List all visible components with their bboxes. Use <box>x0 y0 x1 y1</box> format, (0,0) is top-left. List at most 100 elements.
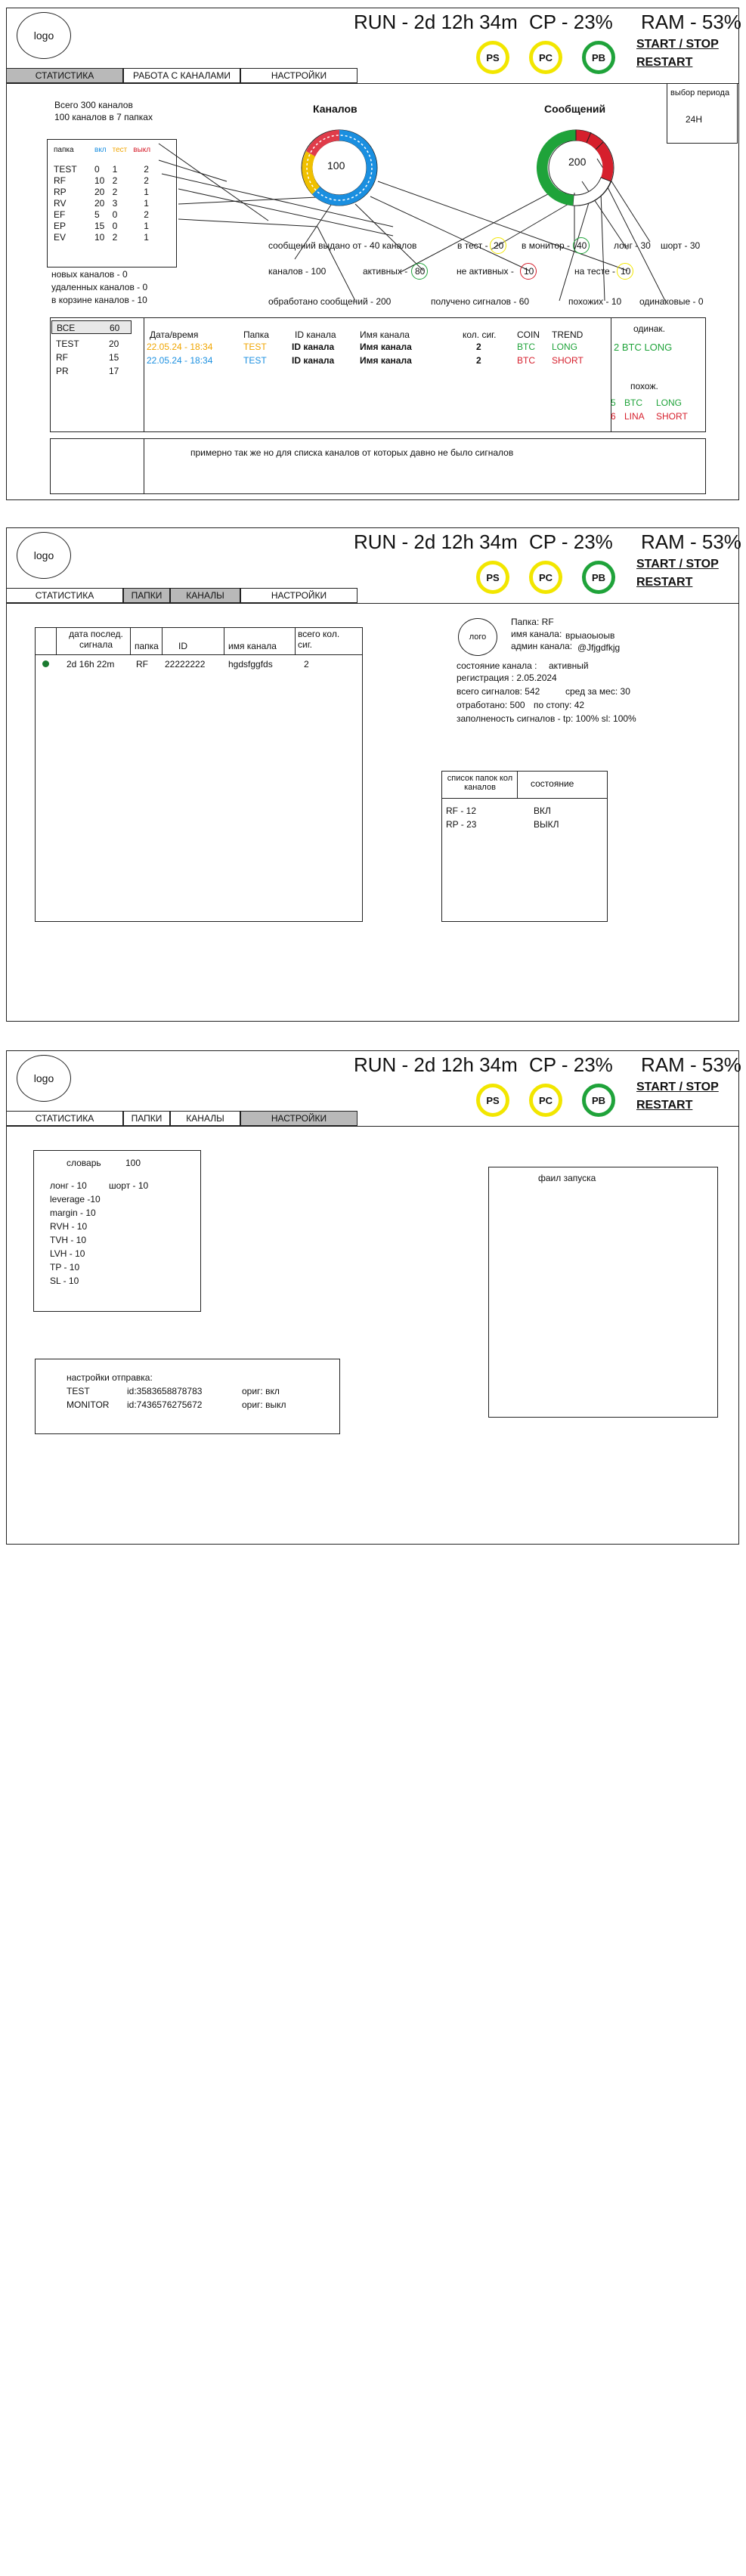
similar-title: похож. <box>630 381 658 391</box>
filter-count-pr: 17 <box>109 366 119 376</box>
send-target-id[interactable]: id:7436576275672 <box>127 1399 202 1410</box>
filter-item-rf[interactable]: RF <box>56 352 68 363</box>
cpu-usage: CP - 23% <box>529 1053 613 1076</box>
signal-coin: BTC <box>517 355 535 366</box>
ram-usage: RAM - 53% <box>641 530 741 553</box>
start-stop-button[interactable]: START / STOP <box>636 1081 719 1094</box>
signal-folder: TEST <box>243 342 267 352</box>
signal-channel-id[interactable]: ID канала <box>292 342 334 352</box>
short-count: шорт - 30 <box>661 240 701 251</box>
tab-channels[interactable]: КАНАЛЫ <box>170 588 240 603</box>
dictionary-value[interactable]: 100 <box>125 1158 141 1168</box>
col-channel-name: имя канала <box>228 641 277 651</box>
start-stop-button[interactable]: START / STOP <box>636 558 719 571</box>
dictionary-item[interactable]: TVH - 10 <box>50 1235 86 1245</box>
col-id: ID <box>178 641 187 651</box>
cpu-usage: CP - 23% <box>529 530 613 553</box>
channel-admin[interactable]: @Jfjgdfkjg <box>577 642 620 653</box>
send-settings-title: настройки отправка: <box>67 1372 153 1383</box>
list-state[interactable]: ВЫКЛ <box>534 819 559 830</box>
signal-trend: SHORT <box>552 355 583 366</box>
messages-donut-chart <box>528 121 624 215</box>
ps-button[interactable]: PS <box>476 1084 509 1117</box>
launch-file-panel[interactable] <box>488 1167 718 1418</box>
send-target-orig[interactable]: ориг: вкл <box>242 1386 280 1396</box>
list-state[interactable]: ВКЛ <box>534 806 551 816</box>
send-target-orig[interactable]: ориг: выкл <box>242 1399 286 1410</box>
dictionary-item[interactable]: RVH - 10 <box>50 1221 87 1232</box>
pb-button[interactable]: PB <box>582 1084 615 1117</box>
signal-count: 2 <box>476 342 481 352</box>
tab-statistics[interactable]: СТАТИСТИКА <box>6 1111 123 1126</box>
similar-qty: 5 <box>611 397 616 408</box>
dictionary-long[interactable]: лонг - 10 <box>50 1180 87 1191</box>
row-last-signal[interactable]: 2d 16h 22m <box>67 659 114 670</box>
filter-item-test[interactable]: TEST <box>56 339 79 349</box>
tab-folders[interactable]: ПАПКИ <box>123 1111 170 1126</box>
col-last-signal: дата послед. сигнала <box>69 629 123 650</box>
signal-channel-id[interactable]: ID канала <box>292 355 334 366</box>
ram-usage: RAM - 53% <box>641 1053 741 1076</box>
dictionary-item[interactable]: TP - 10 <box>50 1262 79 1273</box>
divider <box>162 627 163 654</box>
similar-signals: похожих - 10 <box>568 296 622 307</box>
channel-worked: отработано: 500 <box>457 700 525 710</box>
pb-button[interactable]: PB <box>582 561 615 594</box>
restart-button[interactable]: RESTART <box>636 576 692 589</box>
signal-count: 2 <box>476 355 481 366</box>
divider <box>130 627 131 654</box>
row-folder[interactable]: RF <box>136 659 148 670</box>
filter-item-pr[interactable]: PR <box>56 366 69 376</box>
filter-all-label: ВСЕ <box>57 323 76 333</box>
list-header-state: состояние <box>531 778 574 789</box>
list-folder[interactable]: RP - 23 <box>446 819 476 830</box>
restart-button[interactable]: RESTART <box>636 1099 692 1112</box>
pc-button[interactable]: PC <box>529 561 562 594</box>
channel-state: активный <box>549 660 589 671</box>
tab-folders[interactable]: ПАПКИ <box>123 588 170 603</box>
same-title: одинак. <box>633 323 665 334</box>
row-id[interactable]: 22222222 <box>165 659 205 670</box>
run-time: RUN - 2d 12h 34m <box>354 1053 518 1076</box>
signal-channel-name[interactable]: Имя канала <box>360 355 412 366</box>
signal-folder: TEST <box>243 355 267 366</box>
ps-button[interactable]: PS <box>476 561 509 594</box>
dictionary-item[interactable]: leverage -10 <box>50 1194 101 1205</box>
tab-channels[interactable]: КАНАЛЫ <box>170 1111 240 1126</box>
divider <box>56 627 57 654</box>
run-time: RUN - 2d 12h 34m <box>354 530 518 553</box>
similar-trend: LONG <box>656 397 683 408</box>
active-label: активных - <box>363 266 408 277</box>
filter-all[interactable]: ВСЕ 60 <box>51 320 132 334</box>
in-test-label: в тест - <box>457 240 488 251</box>
divider <box>441 798 608 799</box>
logo: logo <box>17 1055 71 1102</box>
channel-logo: лого <box>458 618 497 656</box>
col-datetime: Дата/время <box>150 329 199 340</box>
dictionary-item[interactable]: margin - 10 <box>50 1208 96 1218</box>
tab-statistics[interactable]: СТАТИСТИКА <box>6 588 123 603</box>
list-folder[interactable]: RF - 12 <box>446 806 476 816</box>
pc-button[interactable]: PC <box>529 1084 562 1117</box>
dictionary-item[interactable]: SL - 10 <box>50 1276 79 1286</box>
channel-registration: регистрация : 2.05.2024 <box>457 673 557 683</box>
signal-channel-name[interactable]: Имя канала <box>360 342 412 352</box>
channel-fill: заполненость сигналов - tp: 100% sl: 100… <box>457 713 636 724</box>
divider <box>517 771 518 798</box>
send-target-id[interactable]: id:3583658878783 <box>127 1386 202 1396</box>
received-signals: получено сигналов - 60 <box>431 296 530 307</box>
signal-datetime: 22.05.24 - 18:34 <box>147 342 213 352</box>
tab-settings[interactable]: НАСТРОЙКИ <box>240 588 358 603</box>
tab-settings[interactable]: НАСТРОЙКИ <box>240 1111 358 1126</box>
channel-by-stop: по стопу: 42 <box>534 700 585 710</box>
in-monitor-label: в монитор - <box>522 240 571 251</box>
col-coin: COIN <box>517 329 540 340</box>
dictionary-short[interactable]: шорт - 10 <box>109 1180 148 1191</box>
signals-given: сообщений выдано от - 40 каналов <box>268 240 417 251</box>
signal-coin: BTC <box>517 342 535 352</box>
dictionary-item[interactable]: LVH - 10 <box>50 1248 85 1259</box>
row-channel-name[interactable]: hgdsfggfds <box>228 659 273 670</box>
col-folder: папка <box>135 641 159 651</box>
messages-donut-svg <box>536 129 614 206</box>
col-channel-id: ID канала <box>295 329 336 340</box>
